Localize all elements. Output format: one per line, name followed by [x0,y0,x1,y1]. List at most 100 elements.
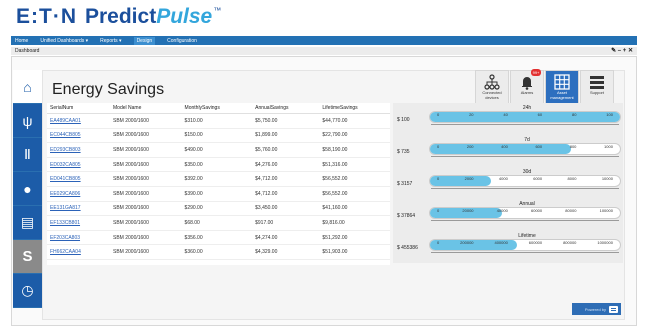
serial-link[interactable]: EF203CA803 [50,235,80,241]
monthly-cell: $350.00 [181,157,253,173]
nav-home[interactable]: Home [15,38,28,44]
gauge-tick: 2000 [464,176,474,181]
annual-cell: $3,450.00 [252,201,320,217]
gauge-tick: 60000 [531,208,543,213]
model-cell: SBM 2000/1600 [110,113,182,129]
nav-unified-dashboards[interactable]: Unified Dashboards ▾ [40,38,88,44]
table-row: ED041CB805 SBM 2000/1600 $392.00 $4,712.… [47,171,390,187]
trademark: ™ [213,6,222,15]
gauge-tick: 800000 [563,240,577,245]
dashboard-controls[interactable]: ✎ – + ✕ [611,47,633,54]
dashboard-label: Dashboard [15,48,40,54]
annual-cell: $4,274.00 [252,230,320,246]
table-row: EC044CB805 SBM 2000/1600 $150.00 $1,899.… [47,128,390,144]
gauge-tick: 800 [569,144,577,149]
monthly-cell: $390.00 [181,186,253,202]
serial-link[interactable]: EE029CA806 [50,191,80,197]
gauge-tick: 40 [503,112,508,117]
gauge-tick: 1000 [604,144,613,149]
annual-cell: $4,329.00 [252,244,320,260]
gauge-tick: 0 [437,144,440,149]
sidebar-item-battery[interactable]: ▤ [13,206,42,240]
gauge-7d: $ 735 7d 0 200 400 600 800 1000 [393,135,623,167]
lifetime-cell: $51,316.00 [319,157,390,173]
tile-label: Asset management [550,90,574,100]
nav-configuration[interactable]: Configuration [167,38,197,44]
gauge-tick: 400000 [494,240,508,245]
gauge-ticks: 0 200000 400000 600000 800000 1000000 [437,240,613,245]
sidebar-item-water[interactable]: ● [13,172,42,206]
table-header-row: SerialNum Model Name MonthlySavings Annu… [47,103,390,114]
menu-icon [590,76,604,89]
column-header[interactable]: LifetimeSavings [319,103,390,114]
gauge-tick: 200000 [460,240,474,245]
serial-link[interactable]: EE131GA817 [50,205,81,211]
gauge-tick: 8000 [567,176,577,181]
serial-link[interactable]: FH662CAA04 [50,249,81,255]
sidebar-item-s[interactable]: S [13,240,42,274]
gauge-value: $ 100 [397,117,410,123]
model-cell: SBM 2000/1600 [110,230,182,246]
savings-gauges: $ 100 24h 0 20 40 60 80 100 $ 735 7d 0 200 400 6… [393,103,623,263]
annual-cell: $1,899.00 [252,128,320,144]
s-icon: S [22,248,33,265]
powered-by-label: Powered by [584,306,606,312]
gauge-tick: 20 [469,112,474,117]
model-cell: SBM 2000/1600 [110,186,182,202]
annual-cell: $4,276.00 [252,157,320,173]
gauge-tick: 600000 [528,240,543,245]
monthly-cell: $490.00 [181,142,253,158]
serial-link[interactable]: EF133CB801 [50,220,80,226]
sidebar-item-home[interactable]: ⌂ [13,70,42,104]
gauge-tick: 1000000 [597,240,613,245]
sidebar-item-temperature[interactable]: Ⅱ [13,138,42,172]
monthly-cell: $392.00 [181,171,253,187]
lifetime-cell: $41,160.00 [319,201,390,217]
lifetime-cell: $44,770.00 [319,113,390,129]
column-header[interactable]: AnnualSavings [252,103,320,114]
column-header[interactable]: Model Name [110,103,182,114]
lifetime-cell: $9,816.00 [319,215,390,231]
gauge-tick: 40000 [496,208,508,213]
serial-link[interactable]: ED032CA805 [50,162,81,168]
alarm-count-badge: 99+ [531,69,541,76]
sidebar-item-clock[interactable]: ◷ [13,274,42,308]
sidebar-item-electric[interactable]: ψ [13,104,42,138]
serial-link[interactable]: ED293CB803 [50,147,81,153]
column-header[interactable]: MonthlySavings [181,103,253,114]
tile-asset-management[interactable]: Asset management [545,70,579,104]
serial-link[interactable]: EC044CB805 [50,132,81,138]
monthly-cell: $310.00 [181,113,253,129]
gauge-tick: 80000 [565,208,577,213]
gauge-annual: $ 37864 Annual 0 20000 40000 60000 80000 1000… [393,199,623,231]
table-row: EA489CAA01 SBM 2000/1600 $310.00 $5,750.… [47,113,390,129]
table-row: ED032CA805 SBM 2000/1600 $350.00 $4,276.… [47,157,390,173]
gauge-tick: 400 [501,144,508,149]
gauge-tick: 200 [466,144,474,149]
annual-cell: $5,750.00 [252,113,320,129]
gauge-value: $ 37864 [397,213,416,219]
tile-connected-devices[interactable]: Connected devices [475,70,509,104]
gauge-axis [431,156,619,160]
quick-tiles: Connected devices 99+ Alarms Asset manag… [475,69,614,104]
table-row: EF133CB801 SBM 2000/1600 $68.00 $917.00 … [47,215,390,231]
nav-design[interactable]: Design [133,36,156,45]
water-drop-icon: ● [23,180,32,197]
serial-link[interactable]: EA489CAA01 [50,118,81,124]
battery-icon: ▤ [20,214,35,230]
powered-by-button[interactable]: Powered by [572,303,621,315]
serial-link[interactable]: ED041CB805 [50,176,81,182]
electric-plug-icon: ψ [22,112,33,129]
tile-alarms[interactable]: 99+ Alarms [510,69,544,104]
gauge-tick: 60 [537,112,543,117]
nav-reports[interactable]: Reports ▾ [100,38,121,44]
lifetime-cell: $22,790.00 [319,128,390,144]
gauge-ticks: 0 2000 4000 6000 8000 10000 [437,176,613,181]
brand-logo: E:T·N Predict Pulse ™ [16,5,221,31]
annual-cell: $917.00 [252,215,320,231]
lifetime-cell: $56,552.00 [319,171,390,187]
gauge-lifetime: $ 455386 Lifetime 0 200000 400000 600000 800… [393,231,623,263]
tile-support[interactable]: Support [580,70,614,104]
column-header[interactable]: SerialNum [47,103,110,114]
gauge-ticks: 0 200 400 600 800 1000 [437,144,613,149]
